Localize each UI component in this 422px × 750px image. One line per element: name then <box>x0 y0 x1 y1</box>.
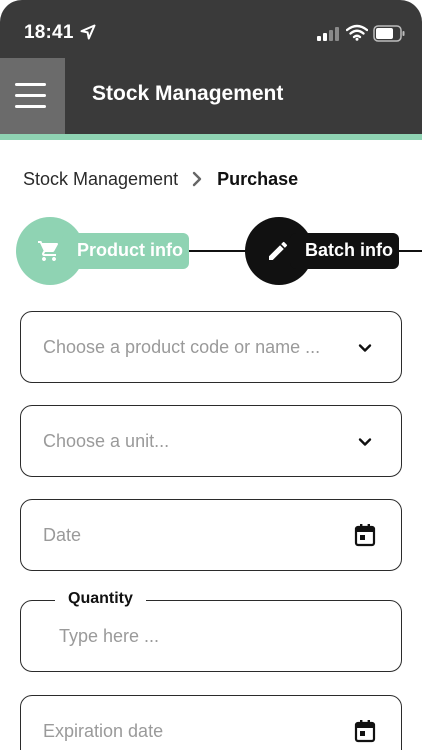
unit-select-placeholder: Choose a unit... <box>43 431 170 451</box>
product-select-placeholder: Choose a product code or name ... <box>43 337 321 357</box>
wifi-icon <box>346 24 368 41</box>
date-field-placeholder: Date <box>43 525 82 545</box>
cart-icon <box>38 241 59 261</box>
chevron-down-icon <box>358 344 372 352</box>
breadcrumb-current: Purchase <box>217 168 299 189</box>
step-batch-info-label[interactable]: Batch info <box>305 240 393 261</box>
quantity-input[interactable] <box>59 626 359 647</box>
quantity-field[interactable]: Quantity <box>20 590 402 672</box>
chevron-down-icon <box>358 438 372 446</box>
chevron-right-icon <box>192 171 202 187</box>
breadcrumb-link-stock-management[interactable]: Stock Management <box>23 169 178 190</box>
cellular-signal-icon <box>317 27 339 41</box>
expiration-date-field[interactable]: Expiration date <box>20 695 402 750</box>
location-arrow-icon <box>80 24 96 40</box>
stepper-connector <box>188 250 248 252</box>
status-bar: 18:41 <box>0 0 422 58</box>
step-product-info-label[interactable]: Product info <box>77 240 183 261</box>
calendar-icon[interactable] <box>354 719 376 743</box>
pencil-icon <box>269 241 288 260</box>
app-bar: Stock Management <box>0 58 422 134</box>
page-title: Stock Management <box>92 82 284 105</box>
expiration-date-placeholder: Expiration date <box>43 721 164 741</box>
quantity-label: Quantity <box>55 590 146 608</box>
calendar-icon[interactable] <box>354 523 376 547</box>
stepper: Product info Batch info <box>0 217 422 285</box>
app-bar-accent-divider <box>0 134 422 140</box>
product-select[interactable]: Choose a product code or name ... <box>20 311 402 383</box>
date-field[interactable]: Date <box>20 499 402 571</box>
menu-button[interactable] <box>0 58 65 134</box>
breadcrumb: Stock Management Purchase <box>23 168 298 190</box>
unit-select[interactable]: Choose a unit... <box>20 405 402 477</box>
battery-icon <box>373 25 405 42</box>
stepper-connector <box>398 250 422 252</box>
status-time: 18:41 <box>24 22 74 43</box>
